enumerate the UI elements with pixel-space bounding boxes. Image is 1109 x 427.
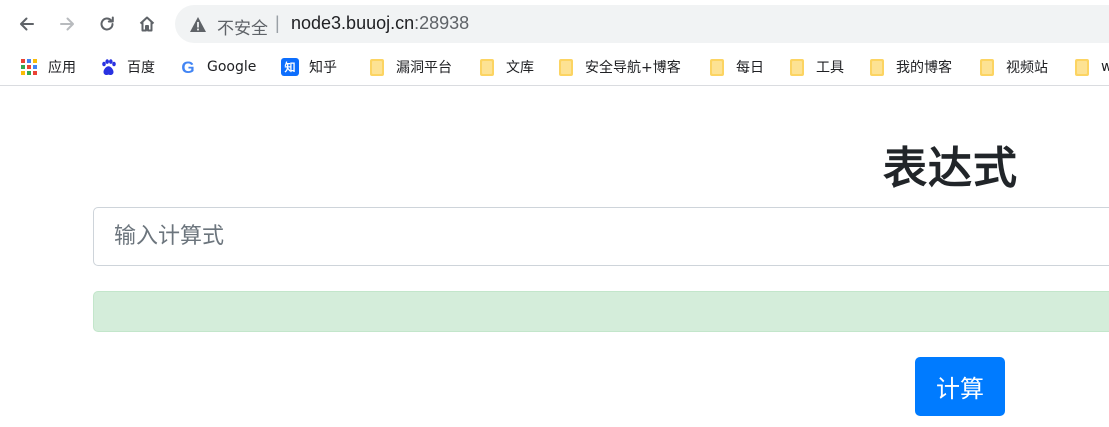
address-separator: |: [275, 13, 280, 33]
bookmark-label: 百度: [127, 60, 155, 76]
forward-button[interactable]: [51, 8, 83, 40]
bookmark-label: 每日: [736, 60, 764, 76]
folder-icon: [708, 58, 726, 76]
home-button[interactable]: [131, 8, 163, 40]
bookmark-label: 视频站: [1006, 60, 1048, 76]
google-icon: G: [181, 57, 195, 77]
bookmark-zhihu[interactable]: 知 知乎: [281, 55, 337, 79]
baidu-paw-icon: [99, 58, 117, 76]
bookmark-label: 工具: [816, 60, 844, 76]
result-alert: [93, 291, 1109, 332]
url-text[interactable]: node3.buuoj.cn:28938: [291, 13, 469, 34]
page-title: 表达式: [883, 143, 1018, 194]
reload-icon: [100, 16, 114, 31]
bookmark-folder-vuln-platform[interactable]: 漏洞平台: [368, 55, 452, 79]
folder-icon: [557, 58, 575, 76]
folder-icon: [368, 58, 386, 76]
folder-icon: [868, 58, 886, 76]
bookmark-label: 知乎: [309, 60, 337, 76]
forward-arrow-icon: [60, 17, 74, 31]
url-host: node3.buuoj.cn: [291, 13, 415, 33]
security-status-label[interactable]: 不安全: [217, 14, 268, 39]
bookmark-folder-video[interactable]: 视频站: [978, 55, 1048, 79]
address-bar[interactable]: 不安全 | node3.buuoj.cn:28938: [175, 5, 1109, 43]
bookmark-label: Google: [207, 59, 257, 75]
back-arrow-icon: [20, 17, 34, 31]
bookmark-apps[interactable]: 应用: [20, 55, 76, 79]
bookmark-label: 应用: [48, 60, 76, 76]
home-icon: [139, 16, 155, 32]
bookmark-label: 漏洞平台: [396, 60, 452, 76]
bookmark-folder-daily[interactable]: 每日: [708, 55, 764, 79]
calculate-button[interactable]: 计算: [915, 357, 1005, 416]
bookmark-folder-w[interactable]: w: [1073, 55, 1109, 79]
bookmarks-bar: 应用 百度 G Google 知 知乎 漏洞平台 文库 安全导航+博客 每日 工…: [0, 48, 1109, 86]
folder-icon: [788, 58, 806, 76]
back-button[interactable]: [11, 8, 43, 40]
bookmark-folder-tools[interactable]: 工具: [788, 55, 844, 79]
bookmark-folder-my-blog[interactable]: 我的博客: [868, 55, 952, 79]
bookmark-label: 安全导航+博客: [585, 60, 681, 76]
folder-icon: [478, 58, 496, 76]
warning-icon[interactable]: [189, 16, 207, 33]
bookmark-label: 我的博客: [896, 60, 952, 76]
bookmark-label: 文库: [506, 60, 534, 76]
bookmark-label: w: [1101, 59, 1109, 75]
reload-button[interactable]: [91, 8, 123, 40]
bookmark-baidu[interactable]: 百度: [99, 55, 155, 79]
expression-input[interactable]: [93, 207, 1109, 266]
bookmark-folder-wenku[interactable]: 文库: [478, 55, 534, 79]
bookmark-folder-security-nav[interactable]: 安全导航+博客: [557, 55, 681, 79]
url-port: :28938: [414, 13, 470, 33]
folder-icon: [1073, 58, 1091, 76]
browser-toolbar: 不安全 | node3.buuoj.cn:28938: [0, 0, 1109, 48]
folder-icon: [978, 58, 996, 76]
zhihu-icon: 知: [281, 58, 299, 76]
bookmark-google[interactable]: G Google: [179, 55, 256, 79]
apps-grid-icon: [20, 58, 38, 76]
